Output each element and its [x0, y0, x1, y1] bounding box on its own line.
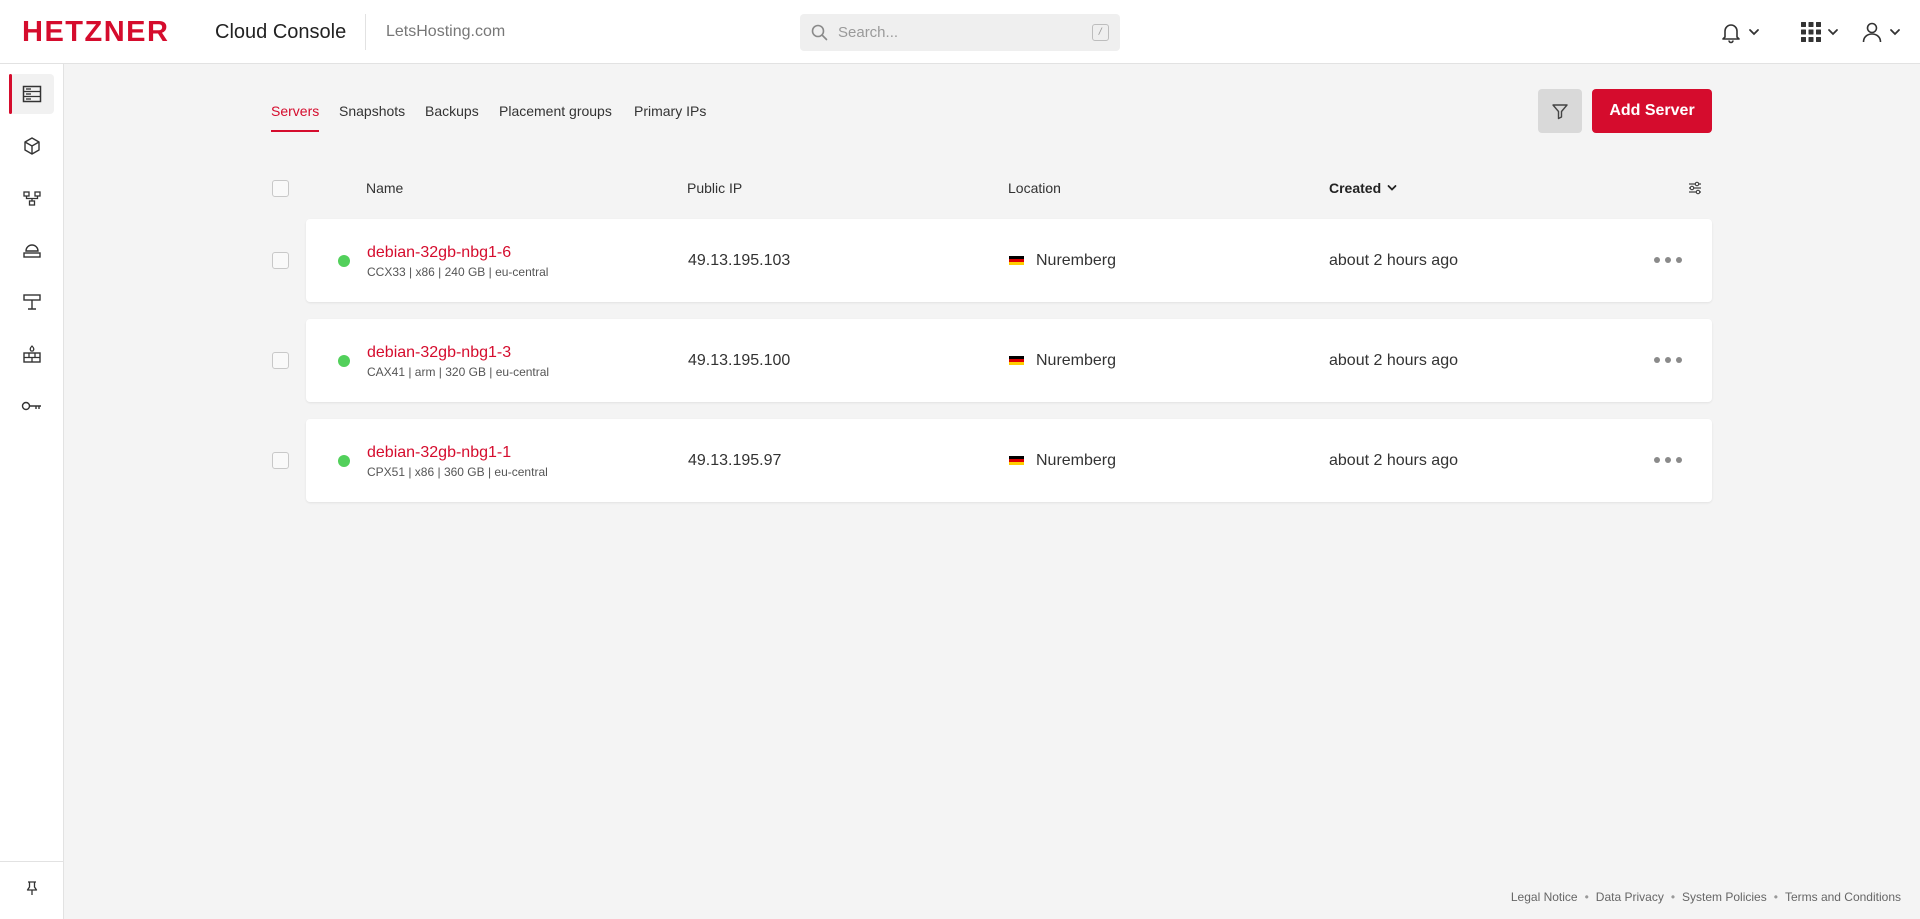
hetzner-logo[interactable]: HETZNER	[22, 16, 169, 48]
server-location-label: Nuremberg	[1036, 252, 1117, 269]
notifications-button[interactable]	[1719, 18, 1761, 46]
footer-separator: •	[1670, 890, 1676, 904]
footer-separator: •	[1584, 890, 1589, 904]
table-row[interactable]: debian-32gb-nbg1-3 CAX41 | arm | 320 GB …	[306, 319, 1712, 402]
server-public-ip[interactable]: 49.13.195.103	[688, 251, 790, 270]
select-all-checkbox[interactable]	[272, 180, 289, 197]
column-header-location[interactable]: Location	[1008, 179, 1061, 197]
search-icon	[811, 24, 828, 41]
chevron-down-icon	[1890, 29, 1900, 36]
server-location-label: Nuremberg	[1036, 452, 1117, 469]
user-icon	[1862, 22, 1882, 43]
footer-link-legal-notice[interactable]: Legal Notice	[1511, 890, 1578, 904]
tab-placement-groups[interactable]: Placement groups	[499, 100, 612, 122]
footer: Legal Notice • Data Privacy • System Pol…	[1511, 890, 1901, 904]
footer-separator: •	[1773, 890, 1778, 904]
sidebar-item-networks[interactable]	[10, 178, 54, 218]
sidebar-pin-button[interactable]	[10, 868, 54, 908]
server-name-link[interactable]: debian-32gb-nbg1-6	[367, 243, 511, 262]
table-row[interactable]: debian-32gb-nbg1-6 CCX33 | x86 | 240 GB …	[306, 219, 1712, 302]
load-balancer-icon	[23, 244, 41, 258]
server-public-ip[interactable]: 49.13.195.100	[688, 351, 790, 370]
tab-primary-ips[interactable]: Primary IPs	[634, 100, 706, 122]
search-shortcut-hint: /	[1092, 24, 1109, 41]
apps-grid-icon	[1801, 22, 1821, 42]
server-specs: CCX33 | x86 | 240 GB | eu-central	[367, 265, 549, 279]
tab-backups[interactable]: Backups	[425, 100, 479, 122]
sidebar-item-volumes[interactable]	[10, 126, 54, 166]
server-created: about 2 hours ago	[1329, 252, 1458, 269]
row-actions-button[interactable]	[1651, 448, 1685, 472]
status-running-indicator	[338, 255, 350, 267]
server-created: about 2 hours ago	[1329, 352, 1458, 369]
row-actions-button[interactable]	[1651, 248, 1685, 272]
firewall-icon	[23, 345, 41, 363]
server-list-icon	[22, 85, 42, 103]
column-header-name[interactable]: Name	[366, 179, 403, 197]
search-input[interactable]	[838, 14, 1078, 51]
pin-icon	[26, 881, 38, 895]
server-created: about 2 hours ago	[1329, 452, 1458, 469]
network-icon	[23, 191, 41, 206]
search-box[interactable]: /	[800, 14, 1120, 51]
status-running-indicator	[338, 355, 350, 367]
bell-icon	[1722, 24, 1740, 44]
column-header-public-ip[interactable]: Public IP	[687, 179, 742, 197]
server-name-link[interactable]: debian-32gb-nbg1-3	[367, 343, 511, 362]
sliders-icon	[1689, 181, 1701, 195]
user-menu-button[interactable]	[1860, 18, 1902, 46]
server-name-link[interactable]: debian-32gb-nbg1-1	[367, 443, 511, 462]
row-checkbox[interactable]	[272, 452, 289, 469]
table-row[interactable]: debian-32gb-nbg1-1 CPX51 | x86 | 360 GB …	[306, 419, 1712, 502]
server-location: Nuremberg	[1009, 451, 1116, 470]
filter-button[interactable]	[1538, 89, 1582, 133]
tab-snapshots[interactable]: Snapshots	[339, 100, 405, 122]
chevron-down-icon	[1828, 29, 1838, 36]
sidebar	[0, 64, 64, 919]
server-location: Nuremberg	[1009, 251, 1116, 270]
server-public-ip[interactable]: 49.13.195.97	[688, 451, 781, 470]
row-actions-button[interactable]	[1651, 348, 1685, 372]
filter-icon	[1552, 104, 1568, 120]
project-selector[interactable]: LetsHosting.com	[386, 22, 505, 42]
box-icon	[24, 137, 40, 155]
chevron-down-icon	[1749, 29, 1759, 36]
ip-icon	[23, 294, 41, 310]
germany-flag-icon	[1009, 356, 1024, 365]
sidebar-divider	[0, 861, 64, 862]
column-header-created[interactable]: Created	[1329, 179, 1398, 197]
apps-menu-button[interactable]	[1800, 18, 1840, 46]
sidebar-item-ssh-keys[interactable]	[10, 386, 54, 426]
server-location-label: Nuremberg	[1036, 352, 1117, 369]
sort-desc-icon	[1387, 185, 1397, 191]
row-checkbox[interactable]	[272, 252, 289, 269]
germany-flag-icon	[1009, 456, 1024, 465]
add-server-button[interactable]: Add Server	[1592, 89, 1712, 133]
germany-flag-icon	[1009, 256, 1024, 265]
top-bar: HETZNER Cloud Console LetsHosting.com /	[0, 0, 1920, 64]
column-settings-button[interactable]	[1687, 180, 1703, 201]
sidebar-item-firewalls[interactable]	[10, 334, 54, 374]
server-specs: CPX51 | x86 | 360 GB | eu-central	[367, 465, 548, 479]
footer-link-terms[interactable]: Terms and Conditions	[1785, 890, 1901, 904]
row-checkbox[interactable]	[272, 352, 289, 369]
footer-link-data-privacy[interactable]: Data Privacy	[1596, 890, 1664, 904]
key-icon	[21, 401, 41, 411]
server-specs: CAX41 | arm | 320 GB | eu-central	[367, 365, 550, 379]
sidebar-item-servers[interactable]	[9, 74, 54, 114]
header-divider	[365, 14, 366, 50]
app-title: Cloud Console	[215, 21, 347, 43]
tab-servers[interactable]: Servers	[271, 100, 320, 132]
server-location: Nuremberg	[1009, 351, 1116, 370]
sidebar-item-load-balancers[interactable]	[10, 230, 54, 270]
footer-link-system-policies[interactable]: System Policies	[1682, 890, 1767, 904]
sidebar-item-floating-ips[interactable]	[10, 282, 54, 322]
status-running-indicator	[338, 455, 350, 467]
column-header-created-label: Created	[1329, 180, 1382, 196]
